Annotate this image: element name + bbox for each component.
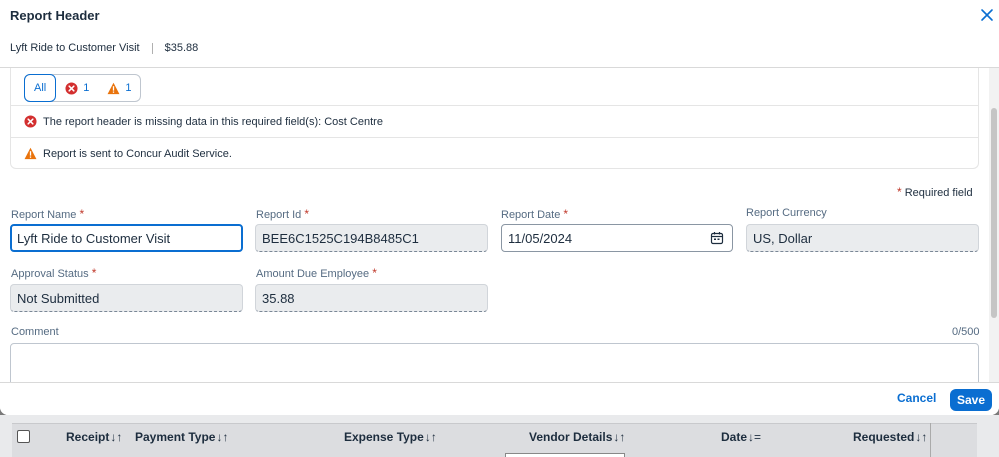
warning-triangle-icon [24, 147, 37, 160]
message-text: The report header is missing data in thi… [43, 115, 383, 128]
report-id-label: Report Id * [256, 207, 309, 221]
label-text: Report Id [256, 209, 302, 221]
sort-icon: ↓= [748, 430, 762, 444]
comment-char-counter: 0/500 [952, 326, 980, 338]
error-circle-icon [65, 81, 78, 95]
amount-due-label: Amount Due Employee * [256, 266, 377, 280]
filter-error-button[interactable]: 1 [56, 75, 98, 101]
required-field-note: * Required field [897, 185, 973, 199]
column-vendor-details[interactable]: Vendor Details↓↑ [529, 430, 625, 444]
column-requested-label: Requested [853, 430, 915, 444]
calendar-icon[interactable] [710, 231, 724, 245]
expense-table-background: Receipt↓↑ Payment Type↓↑ Expense Type↓↑ … [0, 415, 999, 457]
report-date-label: Report Date * [501, 207, 568, 221]
dialog-content: All 1 1 The report header is missing dat… [0, 68, 989, 382]
background-popup-edge [505, 453, 625, 457]
filter-all-label: All [34, 82, 47, 94]
column-requested[interactable]: Requested↓↑ [853, 430, 927, 444]
column-receipt-label: Receipt [66, 430, 110, 444]
column-vendor-details-label: Vendor Details [529, 430, 613, 444]
report-id-field: BEE6C1525C194B8485C1 [255, 224, 488, 252]
required-star: * [79, 207, 85, 221]
close-icon[interactable] [979, 7, 995, 23]
report-name-summary: Lyft Ride to Customer Visit [10, 42, 140, 54]
label-text: Report Date [501, 209, 561, 221]
report-id-value: BEE6C1525C194B8485C1 [262, 230, 419, 246]
filter-all-button[interactable]: All [24, 74, 57, 102]
filter-warning-button[interactable]: 1 [98, 75, 140, 101]
error-circle-icon [24, 115, 37, 128]
column-expense-type-label: Expense Type [344, 430, 424, 444]
column-receipt[interactable]: Receipt↓↑ [66, 430, 122, 444]
report-currency-label: Report Currency [746, 207, 827, 219]
amount-due-field: 35.88 [255, 284, 488, 312]
column-date-label: Date [721, 430, 748, 444]
required-star: * [304, 207, 309, 221]
column-divider [930, 423, 931, 457]
warning-triangle-icon [107, 82, 120, 94]
approval-status-value: Not Submitted [17, 290, 100, 306]
dialog-subtitle: Lyft Ride to Customer Visit $35.88 [10, 42, 198, 54]
report-date-input[interactable]: 11/05/2024 [501, 224, 733, 252]
report-name-input[interactable]: Lyft Ride to Customer Visit [10, 224, 243, 252]
report-amount-summary: $35.88 [164, 42, 199, 54]
required-star: * [897, 185, 902, 199]
error-count: 1 [83, 82, 90, 94]
subtitle-separator [151, 42, 153, 54]
dialog-scrollbar[interactable] [989, 68, 999, 382]
report-header-dialog: Report Header Lyft Ride to Customer Visi… [0, 0, 999, 415]
sort-icon: ↓↑ [110, 430, 123, 444]
required-star: * [91, 266, 97, 280]
label-text: Amount Due Employee [256, 268, 370, 280]
report-currency-field: US, Dollar [746, 224, 979, 252]
column-payment-type[interactable]: Payment Type↓↑ [135, 430, 228, 444]
column-payment-type-label: Payment Type [135, 430, 216, 444]
sort-icon: ↓↑ [216, 430, 229, 444]
required-note-text: Required field [904, 187, 973, 199]
cancel-button[interactable]: Cancel [897, 391, 936, 405]
dialog-footer: Cancel Save [0, 382, 999, 415]
approval-status-label: Approval Status * [11, 266, 96, 280]
sort-icon: ↓↑ [613, 430, 626, 444]
message-filter: All 1 1 [24, 74, 142, 102]
label-text: Report Name [11, 209, 77, 221]
comment-label: Comment [11, 326, 59, 338]
sort-icon: ↓↑ [424, 430, 437, 444]
report-name-label: Report Name * [11, 207, 84, 221]
select-all-checkbox[interactable] [17, 430, 30, 443]
column-date[interactable]: Date↓= [721, 430, 761, 444]
dialog-title: Report Header [10, 8, 100, 23]
warning-count: 1 [125, 82, 132, 94]
required-star: * [372, 266, 377, 280]
amount-due-value: 35.88 [262, 290, 295, 306]
scrollbar-thumb[interactable] [991, 108, 997, 318]
column-expense-type[interactable]: Expense Type↓↑ [344, 430, 437, 444]
save-button[interactable]: Save [950, 389, 992, 411]
report-currency-value: US, Dollar [753, 230, 813, 246]
report-date-value: 11/05/2024 [508, 230, 573, 246]
approval-status-field: Not Submitted [10, 284, 243, 312]
comment-textarea[interactable] [10, 343, 979, 382]
message-item-warning[interactable]: Report is sent to Concur Audit Service. [11, 137, 978, 169]
dialog-header: Report Header Lyft Ride to Customer Visi… [0, 0, 999, 68]
report-name-value: Lyft Ride to Customer Visit [17, 230, 171, 246]
label-text: Approval Status [11, 268, 89, 280]
message-item-error[interactable]: The report header is missing data in thi… [11, 105, 978, 137]
message-panel: All 1 1 The report header is missing dat… [10, 68, 979, 169]
required-star: * [563, 207, 569, 221]
message-text: Report is sent to Concur Audit Service. [43, 147, 232, 160]
sort-icon: ↓↑ [915, 430, 928, 444]
